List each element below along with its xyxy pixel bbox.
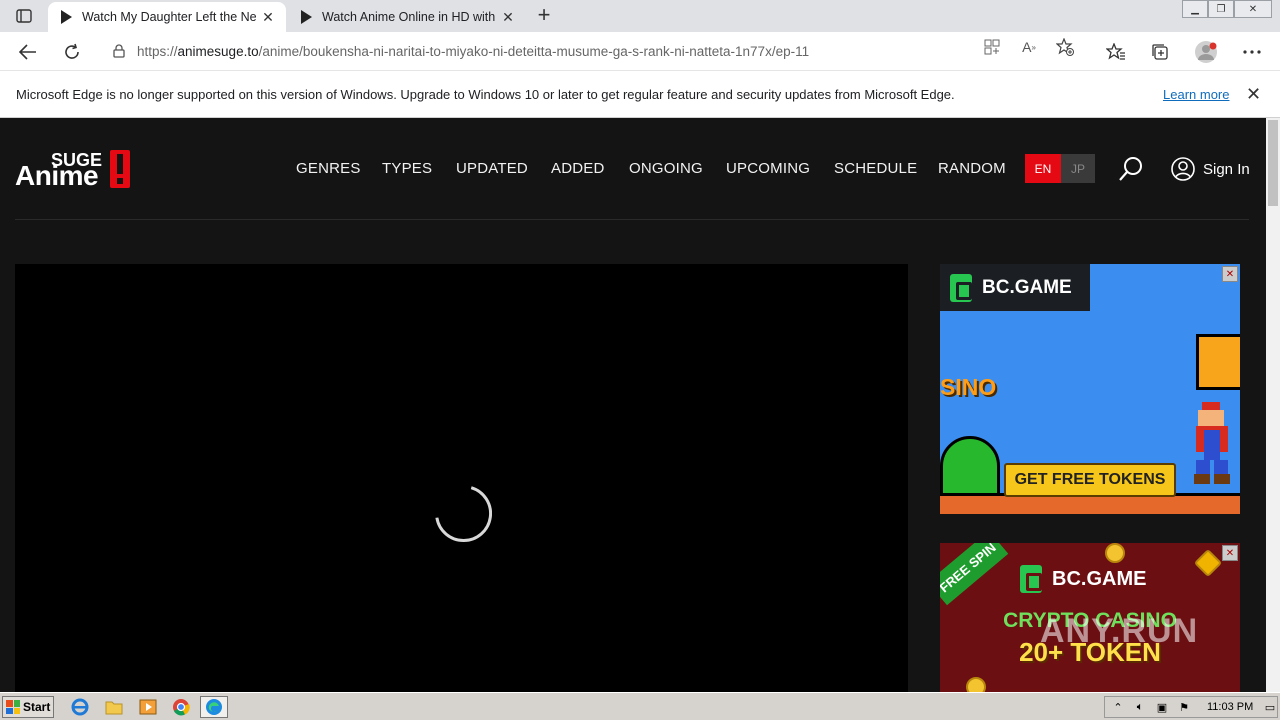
settings-more-icon[interactable] bbox=[1238, 38, 1266, 66]
tray-expand-icon[interactable]: ⌃ bbox=[1109, 699, 1127, 715]
play-icon bbox=[298, 9, 314, 25]
window-close-button[interactable]: ✕ bbox=[1234, 0, 1272, 18]
tab-active[interactable]: Watch My Daughter Left the Nest ✕ bbox=[48, 2, 286, 32]
unsupported-os-infobar: Microsoft Edge is no longer supported on… bbox=[0, 70, 1280, 118]
new-tab-button[interactable]: + bbox=[532, 4, 556, 28]
lock-icon[interactable] bbox=[101, 44, 137, 58]
ad2-brand-label: BC.GAME bbox=[1052, 567, 1147, 590]
ad1-casino-text: SINO bbox=[940, 374, 997, 400]
taskbar-clock[interactable]: 11:03 PM bbox=[1207, 701, 1253, 713]
tab-close-icon[interactable]: ✕ bbox=[260, 9, 276, 25]
browser-toolbar: https://animesuge.to/anime/boukensha-ni-… bbox=[0, 32, 1280, 70]
ad-close-icon[interactable]: ✕ bbox=[1222, 545, 1238, 561]
volume-icon[interactable]: 🔈︎ bbox=[1131, 699, 1149, 715]
user-icon bbox=[1171, 157, 1195, 181]
back-icon[interactable] bbox=[14, 38, 42, 66]
play-icon bbox=[58, 9, 74, 25]
profile-avatar[interactable] bbox=[1192, 38, 1220, 66]
video-player[interactable] bbox=[15, 264, 908, 692]
address-bar[interactable]: https://animesuge.to/anime/boukensha-ni-… bbox=[100, 36, 1090, 66]
ad2-brand: BC.GAME bbox=[1020, 565, 1146, 593]
start-label: Start bbox=[23, 700, 51, 714]
edge-icon[interactable] bbox=[200, 696, 228, 718]
nav-genres[interactable]: GENRES bbox=[296, 160, 361, 177]
get-free-tokens-button[interactable]: GET FREE TOKENS bbox=[1004, 463, 1176, 497]
ad-banner-1[interactable]: BC.GAME SINO GET FREE TOKENS ✕ bbox=[940, 264, 1240, 514]
ad1-brand-tag: BC.GAME bbox=[940, 264, 1090, 311]
url-path: /anime/boukensha-ni-naritai-to-miyako-ni… bbox=[258, 43, 810, 59]
sign-in-label: Sign In bbox=[1203, 160, 1250, 178]
infobar-message: Microsoft Edge is no longer supported on… bbox=[16, 86, 955, 102]
nav-types[interactable]: TYPES bbox=[382, 160, 432, 177]
gem-icon bbox=[1193, 548, 1223, 578]
ad1-brand: BC.GAME bbox=[982, 276, 1072, 298]
add-favorite-icon[interactable] bbox=[1053, 36, 1077, 58]
action-center-flag-icon[interactable]: ⚑ bbox=[1175, 699, 1193, 715]
learn-more-link[interactable]: Learn more bbox=[1163, 87, 1229, 102]
scrollbar-thumb[interactable] bbox=[1268, 120, 1278, 206]
bc-game-logo-icon bbox=[950, 273, 972, 302]
favorites-icon[interactable] bbox=[1102, 38, 1130, 66]
language-toggle: EN JP bbox=[1025, 154, 1095, 183]
refresh-icon[interactable] bbox=[58, 38, 86, 66]
bc-game-logo-icon bbox=[1020, 565, 1042, 593]
ie-icon[interactable] bbox=[66, 696, 94, 718]
site-header: SUGE Anime GENRES TYPES UPDATED ADDED ON… bbox=[0, 118, 1266, 219]
os-taskbar: Start ⌃ 🔈︎ ▣ ⚑ 11:03 PM ▭ bbox=[0, 692, 1280, 720]
loading-spinner-icon bbox=[432, 483, 493, 543]
pixel-character-icon bbox=[1192, 402, 1232, 488]
ad-close-icon[interactable]: ✕ bbox=[1222, 266, 1238, 282]
tab-close-icon[interactable]: ✕ bbox=[500, 9, 516, 25]
app-available-icon[interactable] bbox=[980, 36, 1004, 58]
media-player-icon[interactable] bbox=[134, 696, 162, 718]
question-block-icon bbox=[1196, 334, 1240, 390]
url-scheme: https:// bbox=[137, 43, 178, 59]
nav-ongoing[interactable]: ONGOING bbox=[629, 160, 703, 177]
restore-button[interactable]: ❐ bbox=[1208, 0, 1234, 18]
nav-added[interactable]: ADDED bbox=[551, 160, 605, 177]
nav-updated[interactable]: UPDATED bbox=[456, 160, 528, 177]
coin-icon bbox=[966, 677, 986, 693]
minimize-button[interactable]: ▁ bbox=[1182, 0, 1208, 18]
nav-random[interactable]: RANDOM bbox=[938, 160, 1006, 177]
url-text: https://animesuge.to/anime/boukensha-ni-… bbox=[137, 44, 1089, 59]
nav-upcoming[interactable]: UPCOMING bbox=[726, 160, 810, 177]
read-aloud-icon[interactable]: A» bbox=[1017, 36, 1041, 58]
start-button[interactable]: Start bbox=[2, 696, 54, 718]
tab-strip: Watch My Daughter Left the Nest ✕ Watch … bbox=[0, 0, 1280, 32]
header-divider bbox=[15, 219, 1249, 220]
folder-icon[interactable] bbox=[100, 696, 128, 718]
sign-in-button[interactable]: Sign In bbox=[1171, 156, 1250, 182]
collections-icon[interactable] bbox=[1146, 38, 1174, 66]
logo-bang-icon bbox=[110, 150, 130, 188]
lang-en-button[interactable]: EN bbox=[1025, 154, 1061, 183]
nav-schedule[interactable]: SCHEDULE bbox=[834, 160, 917, 177]
lang-jp-button[interactable]: JP bbox=[1061, 154, 1095, 183]
page-scrollbar[interactable] bbox=[1266, 118, 1280, 692]
tab-title: Watch My Daughter Left the Nest bbox=[82, 10, 256, 24]
site-logo[interactable]: SUGE Anime bbox=[15, 150, 135, 191]
infobar-close-icon[interactable]: ✕ bbox=[1246, 84, 1261, 105]
coin-icon bbox=[1105, 543, 1125, 563]
tab-title: Watch Anime Online in HD with bbox=[322, 10, 496, 24]
tab-actions-icon[interactable] bbox=[8, 6, 40, 26]
chrome-icon[interactable] bbox=[167, 696, 195, 718]
network-icon[interactable]: ▣ bbox=[1153, 699, 1171, 715]
system-tray: ⌃ 🔈︎ ▣ ⚑ 11:03 PM ▭ bbox=[1104, 696, 1278, 718]
show-desktop-icon[interactable]: ▭ bbox=[1261, 699, 1279, 715]
url-host: animesuge.to bbox=[177, 43, 259, 59]
search-icon[interactable] bbox=[1118, 156, 1144, 182]
logo-anime: Anime bbox=[15, 160, 99, 191]
hill-graphic bbox=[940, 436, 1000, 496]
free-spin-ribbon: FREE SPIN bbox=[940, 543, 1009, 606]
anyrun-watermark: ANY.RUN bbox=[1040, 612, 1199, 650]
tab-inactive[interactable]: Watch Anime Online in HD with ✕ bbox=[288, 2, 526, 32]
windows-flag-icon bbox=[6, 700, 20, 714]
